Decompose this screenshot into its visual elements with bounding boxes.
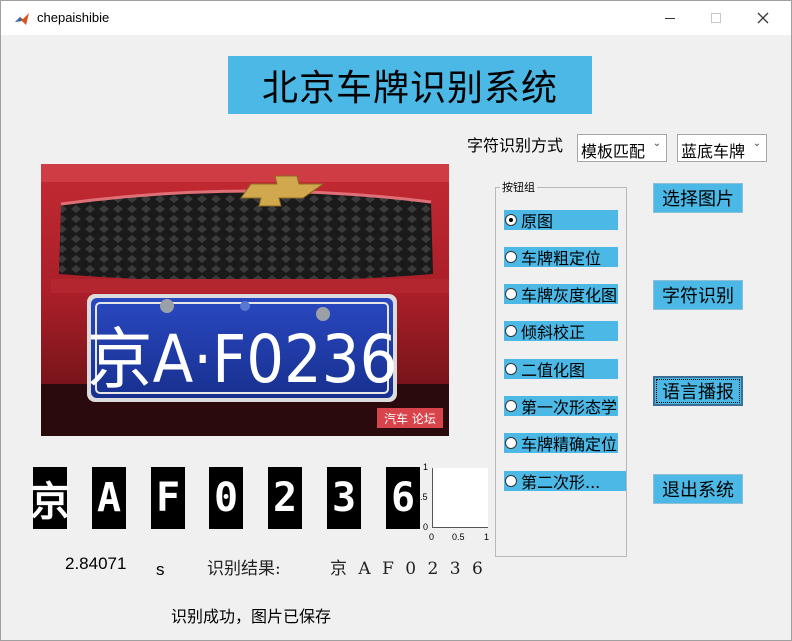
radio-precise-location[interactable]: 车牌精确定位 (504, 433, 618, 453)
radio-unchecked-icon (505, 288, 517, 300)
radio-label: 第二次形... (521, 473, 601, 491)
plate-type-select[interactable]: 蓝底车牌 ⌄ (677, 134, 767, 162)
radio-unchecked-icon (505, 251, 517, 263)
exit-button[interactable]: 退出系统 (653, 474, 743, 504)
app-window: chepaishibie 北京车牌识别系统 字符识别方式 模板匹配 ⌄ 蓝底车牌… (0, 0, 792, 641)
char-tile: A (92, 467, 126, 529)
watermark-text: 汽车 论坛 (384, 411, 436, 426)
window-title: chepaishibie (37, 10, 110, 25)
radio-label: 车牌灰度化图 (521, 286, 618, 304)
radio-morphology-1[interactable]: 第一次形态学 (504, 396, 618, 416)
chevron-down-icon: ⌄ (752, 138, 762, 149)
radio-label: 车牌粗定位 (521, 249, 602, 267)
result-value: 京 A F 0 2 3 6 (330, 559, 486, 579)
minimize-button[interactable] (647, 1, 693, 35)
car-front-image: 京A·F0236 汽车 论坛 (41, 164, 449, 436)
radio-unchecked-icon (505, 475, 517, 487)
radio-tilt-correction[interactable]: 倾斜校正 (504, 321, 618, 341)
radio-label: 第一次形态学 (521, 398, 618, 416)
radio-original[interactable]: 原图 (504, 210, 618, 230)
matlab-logo-icon (15, 13, 29, 25)
char-recognize-button[interactable]: 字符识别 (653, 280, 743, 310)
plate-text: 京A·F0236 (87, 321, 398, 398)
method-select[interactable]: 模板匹配 ⌄ (577, 134, 667, 162)
elapsed-time-unit: s (156, 560, 165, 579)
y-tick-label: 0 (423, 522, 429, 532)
empty-axes (432, 468, 488, 528)
elapsed-time-value: 2.84071 (65, 554, 127, 573)
result-label: 识别结果: (207, 559, 281, 579)
y-tick-label: 0.5 (415, 492, 428, 502)
char-tile: 京 (30, 467, 70, 529)
maximize-button[interactable] (693, 1, 739, 35)
title-bar: chepaishibie (1, 1, 791, 35)
char-tile: 3 (327, 467, 361, 529)
license-plate-photo: 京A·F0236 汽车 论坛 (41, 164, 449, 436)
radio-label: 原图 (521, 212, 554, 230)
x-tick-label: 0.5 (452, 532, 465, 542)
char-tile: 2 (268, 467, 302, 529)
radio-morphology-2[interactable]: 第二次形... (504, 471, 626, 491)
radio-label: 车牌精确定位 (521, 435, 618, 453)
plate-type-select-value: 蓝底车牌 (681, 142, 746, 161)
method-label: 字符识别方式 (467, 136, 564, 155)
radio-label: 倾斜校正 (521, 323, 586, 341)
radio-rough-location[interactable]: 车牌粗定位 (504, 247, 618, 267)
select-image-button[interactable]: 选择图片 (653, 183, 743, 213)
y-tick-label: 1 (423, 462, 429, 472)
radio-checked-icon (505, 214, 517, 226)
char-tile: F (151, 467, 185, 529)
status-text: 识别成功，图片已保存 (171, 607, 332, 626)
method-select-value: 模板匹配 (581, 142, 646, 161)
radio-binarize[interactable]: 二值化图 (504, 359, 618, 379)
radio-unchecked-icon (505, 363, 517, 375)
x-tick-label: 0 (429, 532, 435, 542)
voice-broadcast-button[interactable]: 语言播报 (653, 376, 743, 406)
radio-unchecked-icon (505, 400, 517, 412)
close-icon (757, 12, 769, 24)
radio-unchecked-icon (505, 437, 517, 449)
radio-grayscale[interactable]: 车牌灰度化图 (504, 284, 618, 304)
radio-label: 二值化图 (521, 361, 586, 379)
x-tick-label: 1 (484, 532, 490, 542)
chevron-down-icon: ⌄ (652, 138, 662, 149)
page-title: 北京车牌识别系统 (228, 56, 592, 114)
radio-unchecked-icon (505, 325, 517, 337)
maximize-icon (711, 13, 721, 23)
button-group-label: 按钮组 (500, 179, 537, 195)
char-tile: 0 (209, 467, 243, 529)
close-button[interactable] (740, 1, 786, 35)
minimize-icon (665, 17, 675, 19)
